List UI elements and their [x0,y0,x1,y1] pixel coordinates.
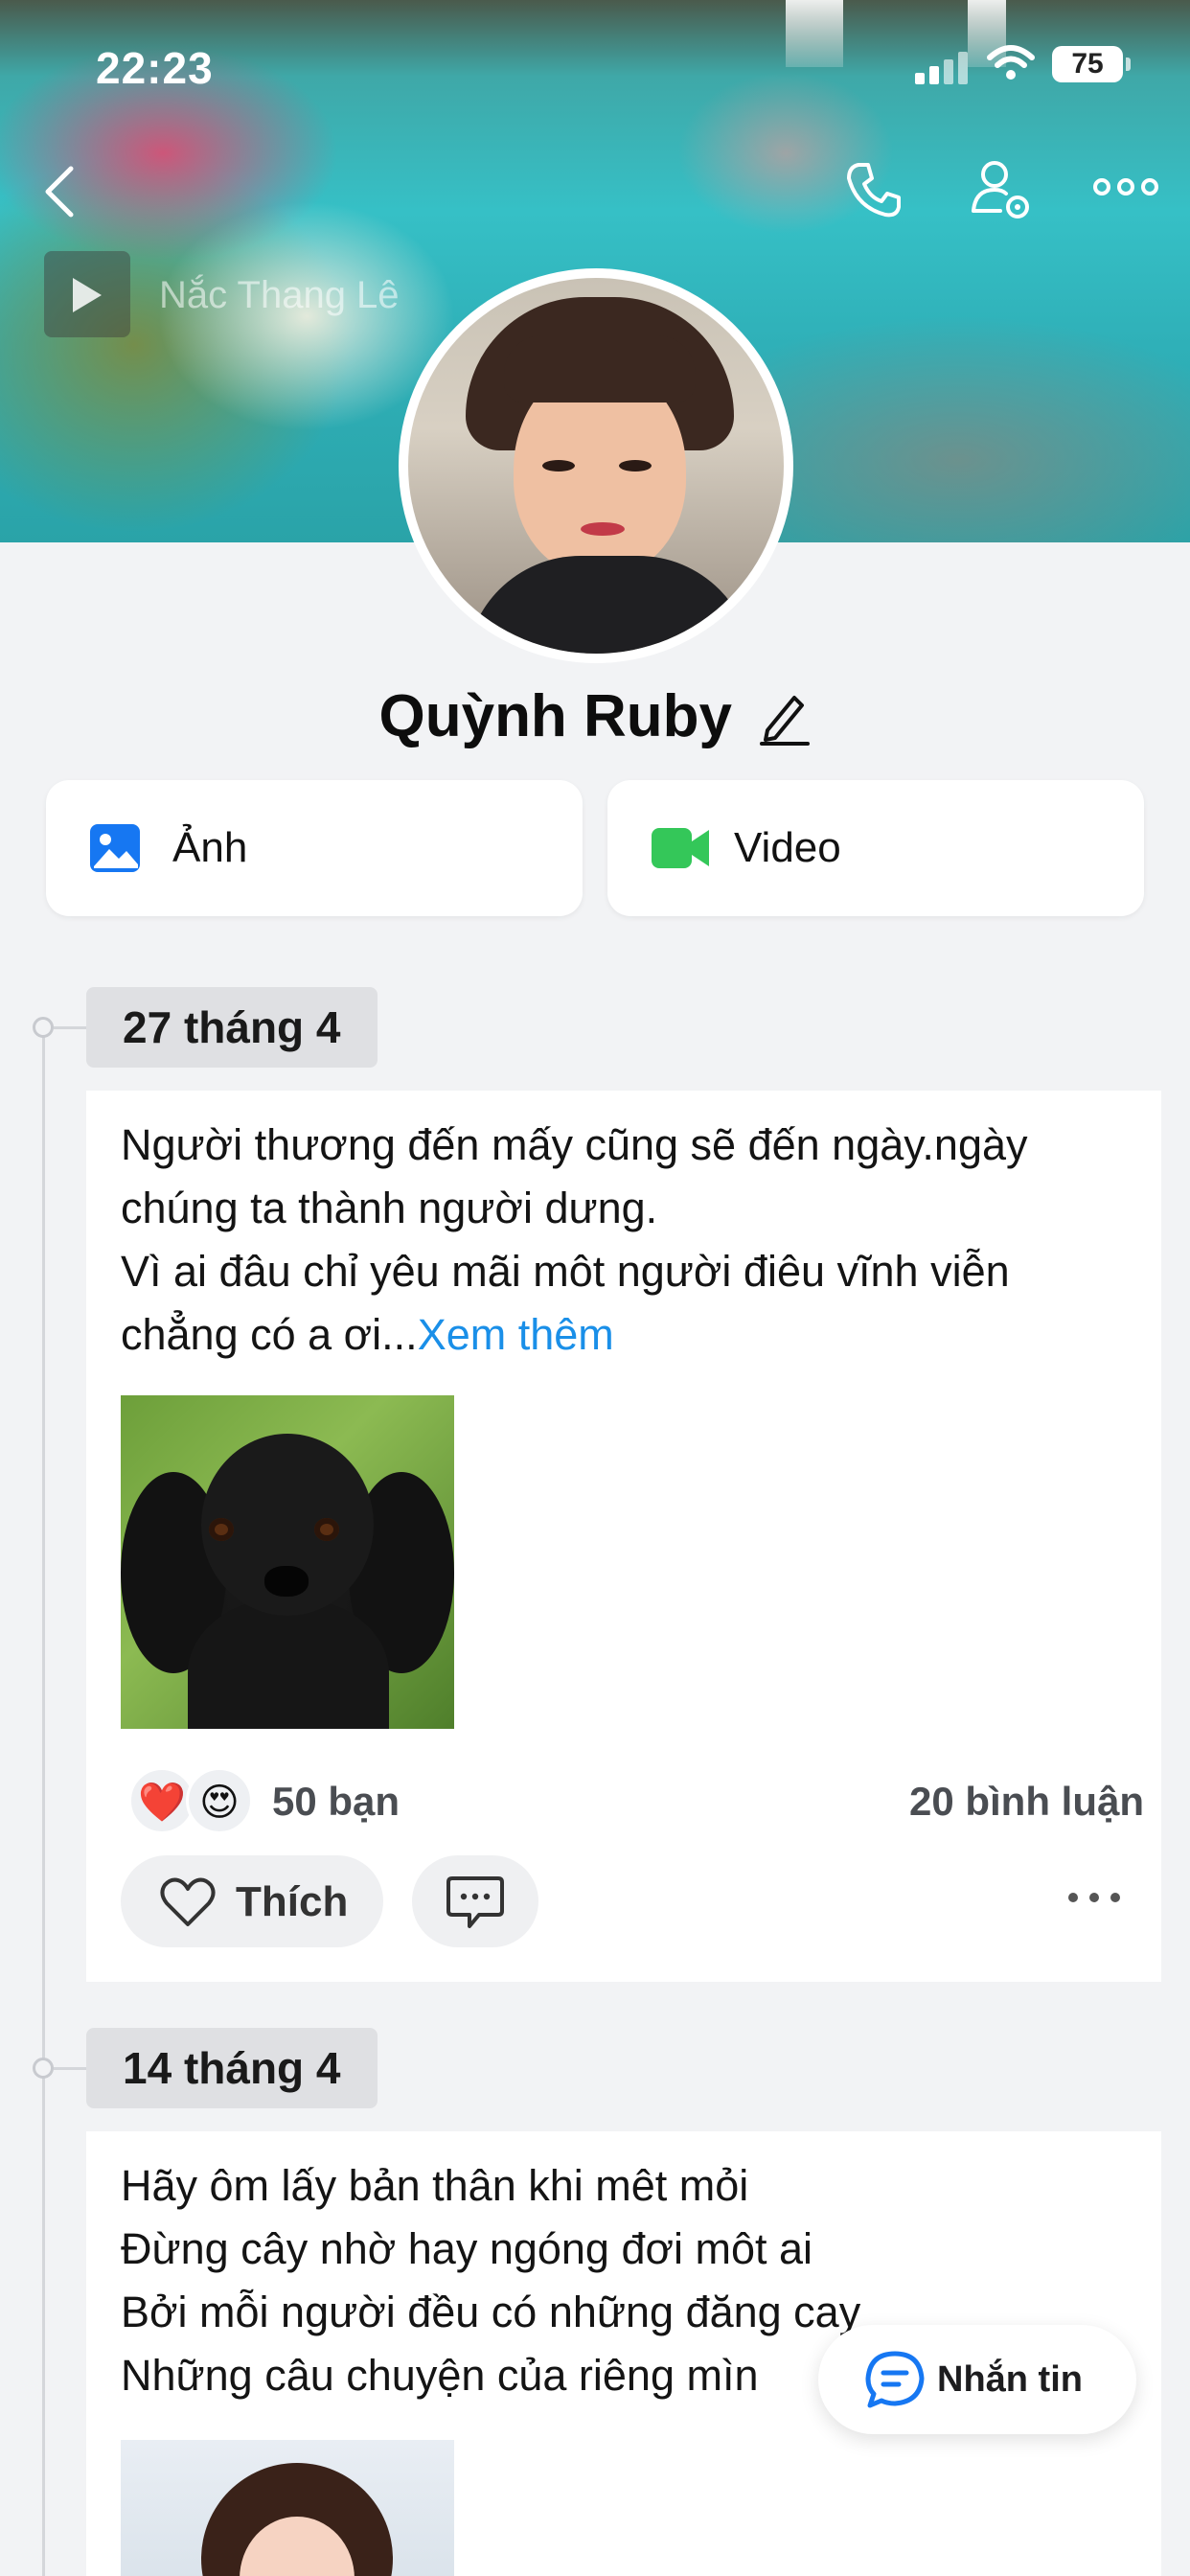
post-text-line: Những câu chuyện của riêng mìn [121,2351,759,2400]
profile-settings-icon[interactable] [968,157,1035,224]
reaction-summary[interactable]: ❤️ 😍 50 bạn 20 bình luận [128,1761,1144,1838]
heart-eyes-reaction-icon: 😍 [186,1767,253,1834]
post-photo-girl[interactable] [121,2440,454,2576]
timeline-dot [33,1017,54,1038]
avatar-photo [408,278,784,654]
timeline-dot [33,2058,54,2079]
post-text-line: Người thương đến mấy cũng sẽ đến ngày.ng… [121,1120,1028,1169]
post-date-chip: 14 tháng 4 [86,2028,378,2108]
post-card[interactable]: Người thương đến mấy cũng sẽ đến ngày.ng… [86,1091,1161,1982]
photos-label: Ảnh [172,824,248,871]
post-text-line: Đừng cây nhờ hay ngóng đơi môt ai [121,2224,813,2273]
comment-bubble-icon [446,1876,504,1928]
post-text-line: Bởi mỗi người đều có những đăng cay [121,2288,861,2336]
heart-icon [160,1877,216,1926]
post-text-line: chúng ta thành người dưng. [121,1184,658,1232]
profile-name-row: Quỳnh Ruby [0,682,1190,750]
more-options-icon[interactable] [1092,172,1159,201]
video-button[interactable]: Video [607,780,1144,916]
cellular-signal-icon [915,52,971,84]
back-chevron-icon[interactable] [38,163,80,220]
video-camera-icon [652,828,709,868]
photos-button[interactable]: Ảnh [46,780,583,916]
post-more-icon[interactable] [1065,1888,1123,1907]
see-more-link[interactable]: Xem thêm [418,1310,614,1359]
profile-name: Quỳnh Ruby [378,683,733,749]
message-bubble-icon [865,2351,925,2408]
play-icon[interactable] [73,278,102,312]
video-label: Video [734,824,841,871]
post-date-chip: 27 tháng 4 [86,987,378,1068]
top-navigation-bar [0,153,1190,230]
timeline-line [42,1027,45,2576]
post-photo-dog[interactable] [121,1395,454,1729]
music-title: Nắc Thang Lê [159,274,400,316]
comment-count[interactable]: 20 bình luận [909,1779,1144,1825]
edit-pencil-icon[interactable] [758,688,812,746]
post-text-line: Vì ai đâu chỉ yêu mãi môt người điêu vĩn… [121,1247,1010,1296]
like-label: Thích [236,1878,349,1925]
status-bar: 22:23 75 [0,38,1190,93]
status-time: 22:23 [96,43,214,93]
photo-icon [90,824,140,872]
profile-avatar[interactable] [399,268,793,663]
timeline-tick [54,1026,86,1029]
post-text-line: chẳng có a ơi... [121,1310,418,1359]
reaction-count: 50 bạn [272,1779,400,1824]
send-message-label: Nhắn tin [937,2359,1083,2400]
like-button[interactable]: Thích [121,1855,383,1947]
send-message-button[interactable]: Nhắn tin [818,2325,1136,2434]
timeline-tick [54,2067,86,2070]
phone-call-icon[interactable] [843,159,904,220]
wifi-icon [987,45,1035,80]
post-text-last-line: chẳng có a ơi...Xem thêm [121,1303,614,1367]
comment-button[interactable] [412,1855,538,1947]
post-text-line: Hãy ôm lấy bản thân khi mêt mỏi [121,2161,749,2210]
battery-indicator: 75 [1052,46,1131,82]
